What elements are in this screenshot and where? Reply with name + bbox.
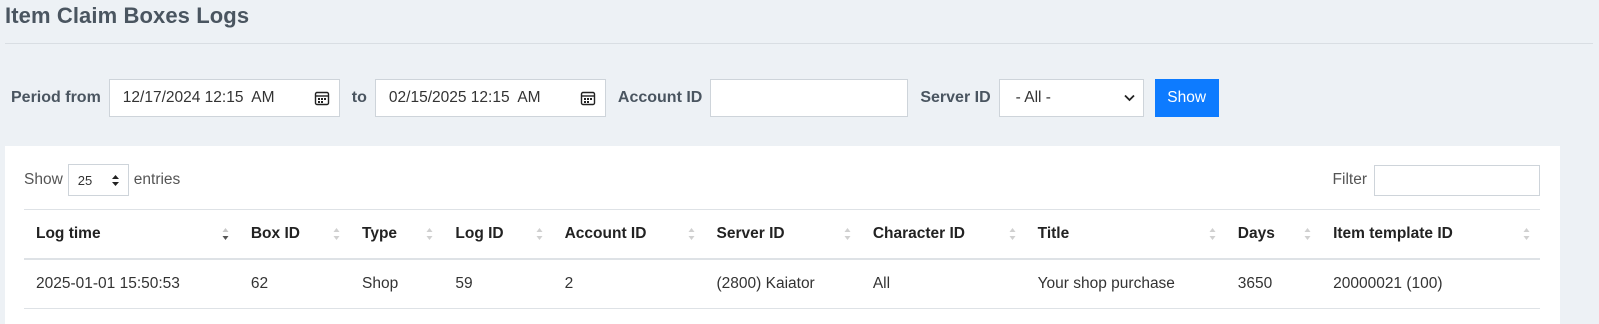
title-divider xyxy=(5,43,1593,44)
column-label: Log ID xyxy=(455,225,504,242)
to-label: to xyxy=(351,89,367,106)
period-to-input[interactable]: 02/15/2025 12:15 AM xyxy=(374,79,606,117)
entries-label: entries xyxy=(133,171,181,188)
column-label: Character ID xyxy=(872,225,966,242)
results-card: Show 25 entries Filter Log time Box ID T… xyxy=(5,146,1560,324)
sort-icon xyxy=(426,228,433,240)
filter-label: Filter xyxy=(1332,171,1367,188)
column-label: Server ID xyxy=(716,225,785,242)
cell-type: Shop xyxy=(350,259,444,309)
page-length-select[interactable]: 25 xyxy=(67,164,129,196)
cell-log-time: 2025-01-01 15:50:53 xyxy=(24,259,239,309)
column-header-item-template-id[interactable]: Item template ID xyxy=(1321,209,1540,260)
cell-server-id: (2800) Kaiator xyxy=(704,259,861,309)
sort-desc-icon xyxy=(222,228,229,240)
table-filter-control: Filter xyxy=(1333,164,1540,196)
column-label: Account ID xyxy=(564,225,647,242)
table-header-row: Log time Box ID Type Log ID Account ID S… xyxy=(24,209,1540,260)
show-entries-label: Show xyxy=(24,171,63,188)
calendar-icon[interactable] xyxy=(314,90,330,106)
sort-icon xyxy=(1209,228,1216,240)
sort-icon xyxy=(536,228,543,240)
filter-bar: Period from 12/17/2024 12:15 AM to 02/15… xyxy=(11,79,1219,117)
page-length-control: Show 25 entries xyxy=(24,164,180,196)
column-header-character-id[interactable]: Character ID xyxy=(860,209,1026,260)
column-label: Box ID xyxy=(250,225,300,242)
sort-icon xyxy=(1523,228,1530,240)
sort-icon xyxy=(688,228,694,240)
page-title: Item Claim Boxes Logs xyxy=(5,3,250,28)
period-from-input[interactable]: 12/17/2024 12:15 AM xyxy=(108,79,340,117)
cell-account-id: 2 xyxy=(552,259,705,309)
sort-icon xyxy=(844,228,851,240)
table-row: 2025-01-01 15:50:53 62 Shop 59 2 (2800) … xyxy=(24,259,1540,309)
sort-icon xyxy=(1304,228,1311,240)
column-header-box-id[interactable]: Box ID xyxy=(238,209,351,260)
column-header-account-id[interactable]: Account ID xyxy=(552,209,705,260)
cell-title: Your shop purchase xyxy=(1025,259,1226,309)
column-label: Item template ID xyxy=(1333,225,1453,242)
calendar-icon[interactable] xyxy=(580,90,596,106)
table-filter-input[interactable] xyxy=(1374,164,1540,196)
column-header-server-id[interactable]: Server ID xyxy=(704,209,861,260)
column-label: Type xyxy=(362,225,398,242)
server-id-label: Server ID xyxy=(920,89,991,106)
server-id-select[interactable]: - All - xyxy=(998,79,1144,117)
updown-icon xyxy=(111,174,119,186)
logs-table: Log time Box ID Type Log ID Account ID S… xyxy=(24,209,1540,309)
period-to-value: 02/15/2025 12:15 AM xyxy=(388,89,541,106)
period-from-value: 12/17/2024 12:15 AM xyxy=(122,89,275,106)
column-header-title[interactable]: Title xyxy=(1025,209,1226,260)
column-header-log-time[interactable]: Log time xyxy=(24,209,239,260)
sort-icon xyxy=(333,228,340,240)
column-label: Log time xyxy=(36,225,101,242)
cell-item-template-id: 20000021 (100) xyxy=(1321,259,1540,309)
account-id-label: Account ID xyxy=(617,89,703,106)
column-label: Days xyxy=(1237,225,1275,242)
account-id-input[interactable] xyxy=(710,79,909,117)
column-header-log-id[interactable]: Log ID xyxy=(443,209,553,260)
sort-icon xyxy=(1009,228,1016,240)
cell-days: 3650 xyxy=(1225,259,1322,309)
page-length-value: 25 xyxy=(77,172,93,188)
cell-character-id: All xyxy=(860,259,1026,309)
show-button[interactable]: Show xyxy=(1154,79,1219,117)
column-header-type[interactable]: Type xyxy=(350,209,444,260)
cell-box-id: 62 xyxy=(238,259,351,309)
chevron-down-icon xyxy=(1123,94,1135,102)
column-label: Title xyxy=(1037,225,1070,242)
column-header-days[interactable]: Days xyxy=(1225,209,1322,260)
cell-log-id: 59 xyxy=(443,259,553,309)
server-id-selected: - All - xyxy=(1015,89,1051,106)
period-from-label: Period from xyxy=(11,89,101,106)
